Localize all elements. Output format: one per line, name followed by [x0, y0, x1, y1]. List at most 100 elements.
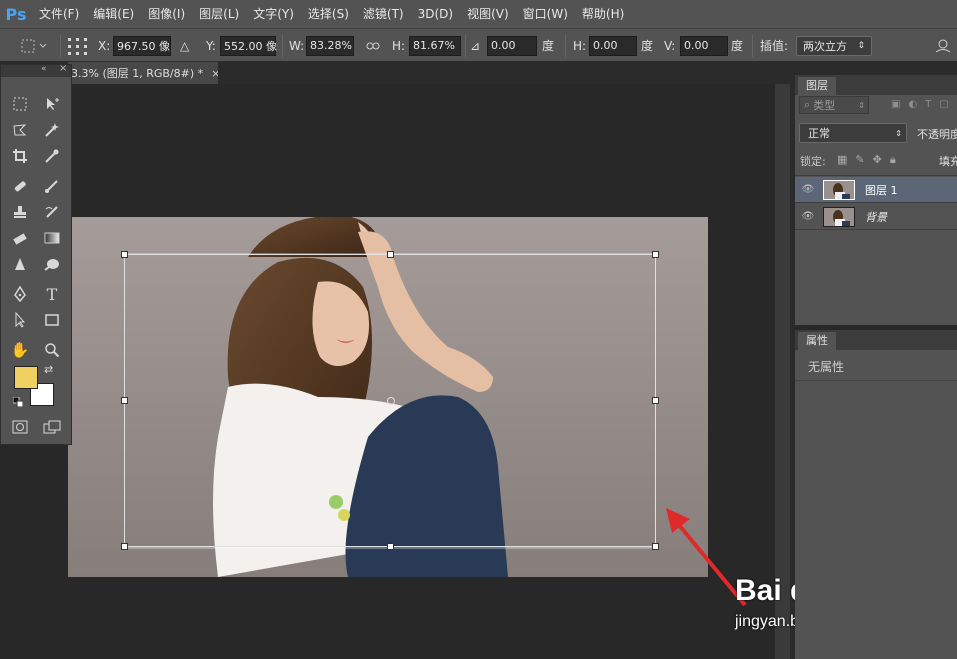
magic-wand-icon[interactable] — [39, 119, 65, 141]
lasso-icon[interactable] — [7, 119, 33, 141]
w-field[interactable]: 83.28% — [306, 35, 354, 56]
angle-unit: 度 — [542, 39, 555, 53]
transform-handle-top[interactable] — [387, 251, 394, 258]
interpolation-label: 插值: — [760, 39, 789, 53]
photoshop-logo: Ps — [5, 4, 27, 24]
transform-bounding-box[interactable] — [121, 251, 659, 550]
layers-panel-tabs: 图层 — [795, 75, 957, 95]
close-icon[interactable]: × — [211, 67, 218, 80]
transform-handle-top-right[interactable] — [652, 251, 659, 258]
transform-handle-right[interactable] — [652, 397, 659, 404]
default-colors-icon[interactable] — [12, 396, 24, 408]
transform-handle-bottom[interactable] — [387, 543, 394, 550]
marquee-icon[interactable] — [7, 93, 33, 115]
chevron-updown-icon: ⇕ — [857, 40, 865, 51]
link-icon[interactable] — [366, 29, 380, 62]
warp-icon[interactable] — [934, 29, 952, 62]
type-icon[interactable]: T — [39, 283, 65, 305]
h-label: H: — [392, 38, 406, 53]
lock-label: 锁定: — [800, 155, 826, 168]
blend-mode-value: 正常 — [808, 127, 830, 140]
angle-field[interactable]: 0.00 — [487, 35, 537, 56]
shape-filter-icon[interactable]: ▢ — [939, 99, 948, 113]
brush-icon[interactable] — [39, 175, 65, 197]
layer-thumbnail — [823, 179, 855, 200]
adjustment-filter-icon[interactable]: ◐ — [908, 99, 917, 113]
layers-panel: 图层 ⌕ 类型 ⇕ ▣ ◐ T ▢ 正常 ⇕ 不透明度 锁定: ▦ ✎ ✥ 🔒︎… — [795, 75, 957, 325]
tab-layers[interactable]: 图层 — [798, 77, 836, 95]
layer-filter-select[interactable]: ⌕ 类型 ⇕ — [799, 96, 869, 114]
h-field[interactable]: 81.67% — [409, 35, 461, 56]
stamp-icon[interactable] — [7, 201, 33, 223]
lock-all-icon[interactable]: 🔒︎ — [890, 153, 896, 167]
x-field[interactable]: 967.50 像 — [113, 35, 171, 56]
shape-icon[interactable] — [39, 309, 65, 331]
menu-layer[interactable]: 图层(L) — [192, 0, 246, 28]
transform-handle-bottom-left[interactable] — [121, 543, 128, 550]
menu-type[interactable]: 文字(Y) — [246, 0, 301, 28]
dodge-icon[interactable] — [39, 253, 65, 275]
menu-3d[interactable]: 3D(D) — [411, 0, 460, 28]
type-filter-icon[interactable]: T — [925, 99, 931, 113]
layer-filter-label: 类型 — [813, 99, 836, 112]
visibility-eye-icon[interactable]: 👁︎ — [799, 184, 817, 195]
healing-icon[interactable] — [7, 175, 33, 197]
pixel-filter-icon[interactable]: ▣ — [891, 99, 900, 113]
menu-file[interactable]: 文件(F) — [32, 0, 86, 28]
menu-view[interactable]: 视图(V) — [460, 0, 516, 28]
menu-edit[interactable]: 编辑(E) — [86, 0, 141, 28]
quick-mask-icon[interactable] — [7, 416, 33, 438]
lock-position-icon[interactable]: ✥ — [873, 153, 882, 167]
transform-handle-left[interactable] — [121, 397, 128, 404]
h-skew-field[interactable]: 0.00 — [589, 35, 637, 56]
y-field[interactable]: 552.00 像 — [220, 35, 277, 56]
toolbox-header[interactable]: « × — [1, 63, 71, 77]
menu-image[interactable]: 图像(I) — [141, 0, 192, 28]
document-tab[interactable]: 3.3% (图层 1, RGB/8#) * × — [68, 62, 218, 84]
move-icon[interactable] — [39, 93, 65, 115]
menu-filter[interactable]: 滤镜(T) — [356, 0, 411, 28]
hand-icon[interactable]: ✋ — [7, 339, 33, 361]
screen-mode-icon[interactable] — [39, 416, 65, 438]
blur-icon[interactable] — [7, 253, 33, 275]
lock-transparent-icon[interactable]: ▦ — [837, 153, 847, 167]
pen-icon[interactable] — [7, 283, 33, 305]
collapse-icon[interactable]: « — [41, 64, 47, 74]
swap-colors-icon[interactable]: ⇄ — [44, 363, 53, 376]
layer-name[interactable]: 背景 — [865, 209, 887, 225]
crop-icon[interactable] — [7, 145, 33, 167]
relative-position-icon[interactable]: △ — [180, 29, 189, 62]
menu-help[interactable]: 帮助(H) — [575, 0, 631, 28]
layer-name[interactable]: 图层 1 — [865, 182, 898, 198]
eyedropper-icon[interactable] — [39, 145, 65, 167]
tab-properties[interactable]: 属性 — [798, 332, 836, 350]
eraser-icon[interactable] — [7, 227, 33, 249]
foreground-color-swatch[interactable] — [14, 366, 38, 389]
transform-handle-bottom-right[interactable] — [652, 543, 659, 550]
v-skew-unit: 度 — [731, 39, 744, 53]
menu-bar: Ps 文件(F) 编辑(E) 图像(I) 图层(L) 文字(Y) 选择(S) 滤… — [0, 0, 957, 28]
layer-row[interactable]: 👁︎ 背景 — [795, 204, 957, 230]
menu-window[interactable]: 窗口(W) — [516, 0, 575, 28]
x-label: X: — [98, 38, 111, 53]
reference-point-icon[interactable] — [66, 29, 90, 62]
v-skew-field[interactable]: 0.00 — [680, 35, 728, 56]
h-skew-unit: 度 — [641, 39, 654, 53]
gradient-icon[interactable] — [39, 227, 65, 249]
transform-handle-top-left[interactable] — [121, 251, 128, 258]
document-tab-title: 3.3% (图层 1, RGB/8#) * — [71, 67, 204, 80]
lock-pixels-icon[interactable]: ✎ — [855, 153, 864, 167]
zoom-icon[interactable] — [39, 339, 65, 361]
layer-row[interactable]: 👁︎ 图层 1 — [795, 177, 957, 203]
menu-select[interactable]: 选择(S) — [301, 0, 356, 28]
close-icon[interactable]: × — [59, 63, 67, 74]
path-select-icon[interactable] — [7, 309, 33, 331]
tool-preset-icon[interactable] — [8, 29, 48, 62]
interpolation-value: 两次立方 — [803, 39, 847, 53]
interpolation-select[interactable]: 两次立方 ⇕ — [796, 35, 872, 56]
history-brush-icon[interactable] — [39, 201, 65, 223]
blend-mode-select[interactable]: 正常 ⇕ — [799, 123, 907, 143]
y-label: Y: — [206, 38, 216, 53]
transform-center-point[interactable] — [387, 397, 395, 405]
visibility-eye-icon[interactable]: 👁︎ — [799, 211, 817, 222]
